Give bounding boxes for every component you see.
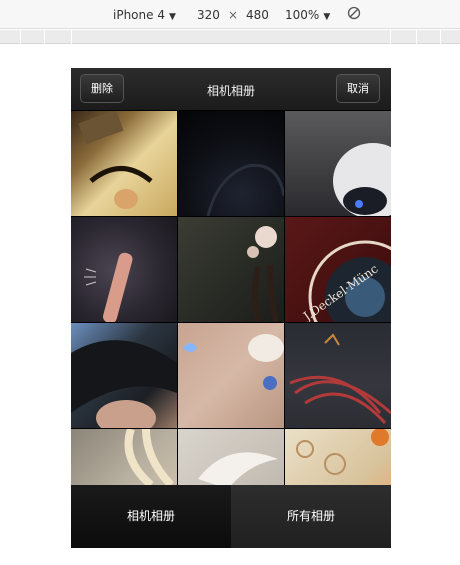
- photo-tile[interactable]: [285, 111, 391, 216]
- photo-girl-roses: [247, 226, 279, 322]
- album-tabbar: 相机相册 所有相册: [71, 485, 391, 548]
- zoom-label: 100%: [285, 8, 320, 22]
- media-query-ruler: [0, 30, 460, 44]
- photo-tile[interactable]: [71, 111, 177, 216]
- photo-tile[interactable]: [285, 429, 391, 485]
- phone-viewport: 删除 相机相册 取消 J.Deckel·Münc 相机相册 所有相册: [71, 68, 391, 548]
- album-header: 删除 相机相册 取消: [71, 68, 391, 111]
- photo-tile[interactable]: J.Deckel·Münc: [285, 217, 391, 322]
- rotate-icon[interactable]: [347, 6, 361, 20]
- photo-anime-hair: [71, 340, 177, 428]
- caret-down-icon: ▼: [168, 12, 176, 22]
- photo-grid: J.Deckel·Münc: [71, 111, 391, 485]
- photo-tile[interactable]: [71, 217, 177, 322]
- height-field[interactable]: 480: [246, 7, 269, 23]
- photo-tile[interactable]: [71, 429, 177, 485]
- photo-tile[interactable]: [178, 217, 284, 322]
- photo-blonde-hair: [124, 429, 174, 485]
- photo-robot-eye: [333, 143, 391, 216]
- cancel-button[interactable]: 取消: [336, 74, 380, 103]
- photo-tile[interactable]: [71, 323, 177, 428]
- photo-tile[interactable]: [178, 429, 284, 485]
- photo-white-wing: [198, 452, 278, 485]
- width-field[interactable]: 320: [197, 7, 220, 23]
- photo-floral-lace: [296, 429, 389, 475]
- caret-down-icon: ▼: [323, 12, 331, 22]
- photo-red-feathers: [289, 333, 391, 424]
- photo-cartoon-face: [78, 111, 153, 209]
- tab-camera-album[interactable]: 相机相册: [71, 485, 231, 548]
- photo-camera-lens: J.Deckel·Münc: [299, 240, 391, 322]
- photo-tile[interactable]: [178, 111, 284, 216]
- photo-tile[interactable]: [178, 323, 284, 428]
- times-separator: ×: [228, 8, 239, 22]
- photo-tile[interactable]: [285, 323, 391, 428]
- zoom-select[interactable]: 100% ▼: [285, 7, 330, 25]
- device-label: iPhone 4: [113, 8, 165, 22]
- photo-dark-reflection: [206, 163, 284, 216]
- devtools-toolbar: iPhone 4 ▼ 320 × 480 100% ▼: [0, 0, 460, 29]
- photo-anime-girl-blue-eye: [183, 334, 284, 390]
- photo-brush-dark: [84, 252, 133, 322]
- tab-all-albums[interactable]: 所有相册: [231, 485, 391, 548]
- device-select[interactable]: iPhone 4 ▼: [113, 7, 176, 25]
